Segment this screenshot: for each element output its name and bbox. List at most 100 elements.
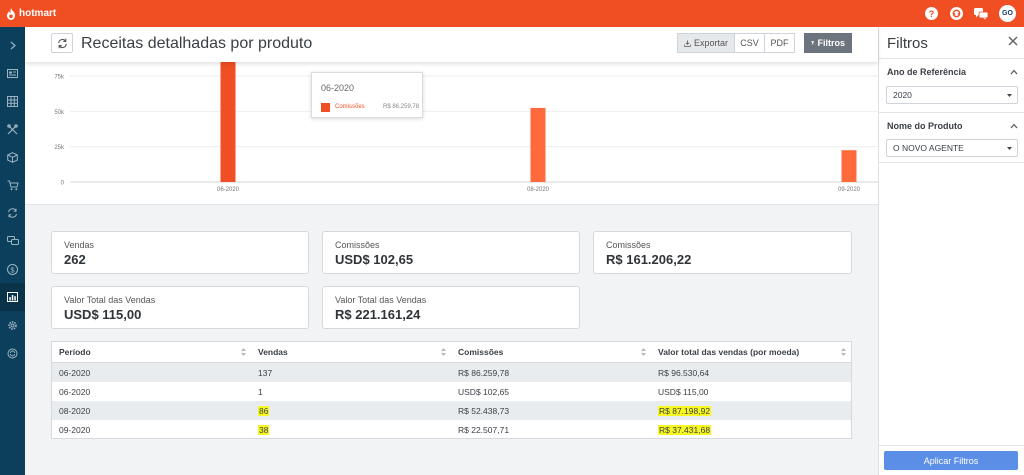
card-value: USD$ 115,00 <box>64 307 142 322</box>
refresh-button[interactable] <box>51 33 73 53</box>
filter-section-year: Ano de Referência 2020 <box>879 58 1024 116</box>
cell-period: 06-2020 <box>59 386 91 397</box>
nav-expand[interactable] <box>0 31 25 59</box>
dashboard-icon <box>7 68 18 78</box>
brand-logo[interactable]: hotmart <box>6 7 56 20</box>
cell-sales: 1 <box>258 386 263 397</box>
sort-icon[interactable] <box>841 348 846 356</box>
highlighted-value: R$ 87.198,92 <box>658 405 712 416</box>
filters-button[interactable]: Filtros <box>804 33 852 53</box>
column-header-period[interactable]: Período <box>59 342 91 362</box>
nav-item-subscriptions[interactable] <box>0 199 25 227</box>
column-header-sales[interactable]: Vendas <box>258 342 288 362</box>
product-select[interactable]: O NOVO AGENTE <box>886 139 1018 157</box>
sort-icon[interactable] <box>641 348 646 356</box>
refresh-arrows-icon <box>8 208 17 218</box>
nav-item-tools[interactable] <box>0 115 25 143</box>
chart-panel: 0 25k 50k 75k 06-2020 08-2020 09-2020 <box>25 62 878 205</box>
chat-bubbles-icon <box>6 236 19 245</box>
chevron-up-icon[interactable] <box>1010 69 1018 75</box>
cell-commissions: USD$ 102,65 <box>458 386 510 397</box>
nav-item-settings[interactable] <box>0 311 25 339</box>
card-commission-brl: Comissões R$ 161.206,22 <box>593 231 852 274</box>
chat-icon[interactable] <box>974 7 988 21</box>
left-nav: $ <box>0 27 25 475</box>
tools-icon <box>7 123 18 134</box>
cell-total-value: R$ 96.530,64 <box>658 367 710 378</box>
table-header-row: Período Vendas Comissões Valor total das… <box>52 342 851 363</box>
box-icon <box>7 151 18 163</box>
card-label: Comissões <box>606 240 651 250</box>
panel-divider <box>879 162 1024 163</box>
close-icon[interactable] <box>1008 36 1018 46</box>
cell-commissions: R$ 52.438,73 <box>458 405 510 416</box>
x-tick-label: 06-2020 <box>217 187 240 193</box>
apply-filters-button[interactable]: Aplicar Filtros <box>884 451 1018 470</box>
pdf-button[interactable]: PDF <box>765 33 795 53</box>
export-icon <box>684 39 691 47</box>
card-value: R$ 161.206,22 <box>606 252 692 267</box>
help-icon[interactable]: ? <box>924 7 938 21</box>
highlighted-value: 38 <box>258 424 270 435</box>
y-tick-label: 0 <box>61 181 65 187</box>
refresh-icon <box>57 38 67 48</box>
card-value: R$ 221.161,24 <box>335 307 421 322</box>
nav-item-messages[interactable] <box>0 227 25 255</box>
column-header-commissions[interactable]: Comissões <box>458 342 503 362</box>
nav-item-finance[interactable]: $ <box>0 255 25 283</box>
card-label: Comissões <box>335 240 380 250</box>
product-select-value: O NOVO AGENTE <box>893 143 964 153</box>
sort-icon[interactable] <box>241 348 246 356</box>
sort-icon[interactable] <box>441 348 446 356</box>
cell-period: 09-2020 <box>59 424 91 435</box>
sync-icon <box>7 348 18 358</box>
user-avatar[interactable]: GO <box>999 5 1016 22</box>
tooltip-series-name: Comissões <box>335 104 365 110</box>
nav-item-products[interactable] <box>0 143 25 171</box>
export-button[interactable]: Exportar <box>677 33 735 53</box>
bar-08-2020[interactable] <box>530 107 546 182</box>
cart-icon <box>7 180 19 190</box>
table-row: 09-2020 38 R$ 22.507,71 R$ 37.431,68 <box>52 420 851 439</box>
nav-item-integrations[interactable] <box>0 339 25 367</box>
y-tick-label: 25k <box>54 145 65 151</box>
csv-button[interactable]: CSV <box>735 33 765 53</box>
year-select[interactable]: 2020 <box>886 86 1018 104</box>
cell-commissions: R$ 86.259,78 <box>458 367 510 378</box>
caret-down-icon <box>1007 94 1012 97</box>
grid-icon <box>7 95 18 107</box>
nav-item-store[interactable] <box>0 171 25 199</box>
cell-sales: 38 <box>258 420 270 439</box>
card-total-sales-usd: Valor Total das Vendas USD$ 115,00 <box>51 286 309 329</box>
panel-title: Filtros <box>887 35 928 52</box>
cell-total-value: R$ 37.431,68 <box>658 420 712 439</box>
y-tick-label: 75k <box>54 75 65 81</box>
nav-item-reports[interactable] <box>0 283 25 311</box>
export-label: Exportar <box>693 38 728 48</box>
nav-item-dashboard[interactable] <box>0 59 25 87</box>
svg-text:?: ? <box>928 9 934 19</box>
nav-item-grid[interactable] <box>0 87 25 115</box>
support-icon[interactable] <box>949 7 963 21</box>
revenue-table: Período Vendas Comissões Valor total das… <box>51 341 852 439</box>
dollar-icon: $ <box>7 263 18 275</box>
column-header-total-value[interactable]: Valor total das vendas (por moeda) <box>658 342 799 362</box>
filters-panel: Filtros Ano de Referência 2020 Nome do P… <box>878 27 1024 475</box>
chevron-up-icon[interactable] <box>1010 123 1018 129</box>
tooltip-swatch <box>321 103 330 112</box>
page-title: Receitas detalhadas por produto <box>81 35 313 52</box>
chevron-right-icon <box>10 41 16 49</box>
tooltip-value: R$ 86.259,78 <box>383 104 420 110</box>
card-value: 262 <box>64 252 86 267</box>
bar-06-2020[interactable] <box>220 62 236 183</box>
panel-footer-divider <box>878 445 1024 446</box>
section-label: Nome do Produto <box>887 121 963 131</box>
filter-section-product: Nome do Produto O NOVO AGENTE <box>879 112 1024 162</box>
card-commission-usd: Comissões USD$ 102,65 <box>322 231 580 274</box>
table-row: 06-2020 137 R$ 86.259,78 R$ 96.530,64 <box>52 363 851 382</box>
svg-text:$: $ <box>10 265 15 274</box>
card-sales-count: Vendas 262 <box>51 231 309 274</box>
filters-label: Filtros <box>817 38 845 48</box>
bar-09-2020[interactable] <box>841 150 857 182</box>
gear-icon <box>8 320 17 330</box>
